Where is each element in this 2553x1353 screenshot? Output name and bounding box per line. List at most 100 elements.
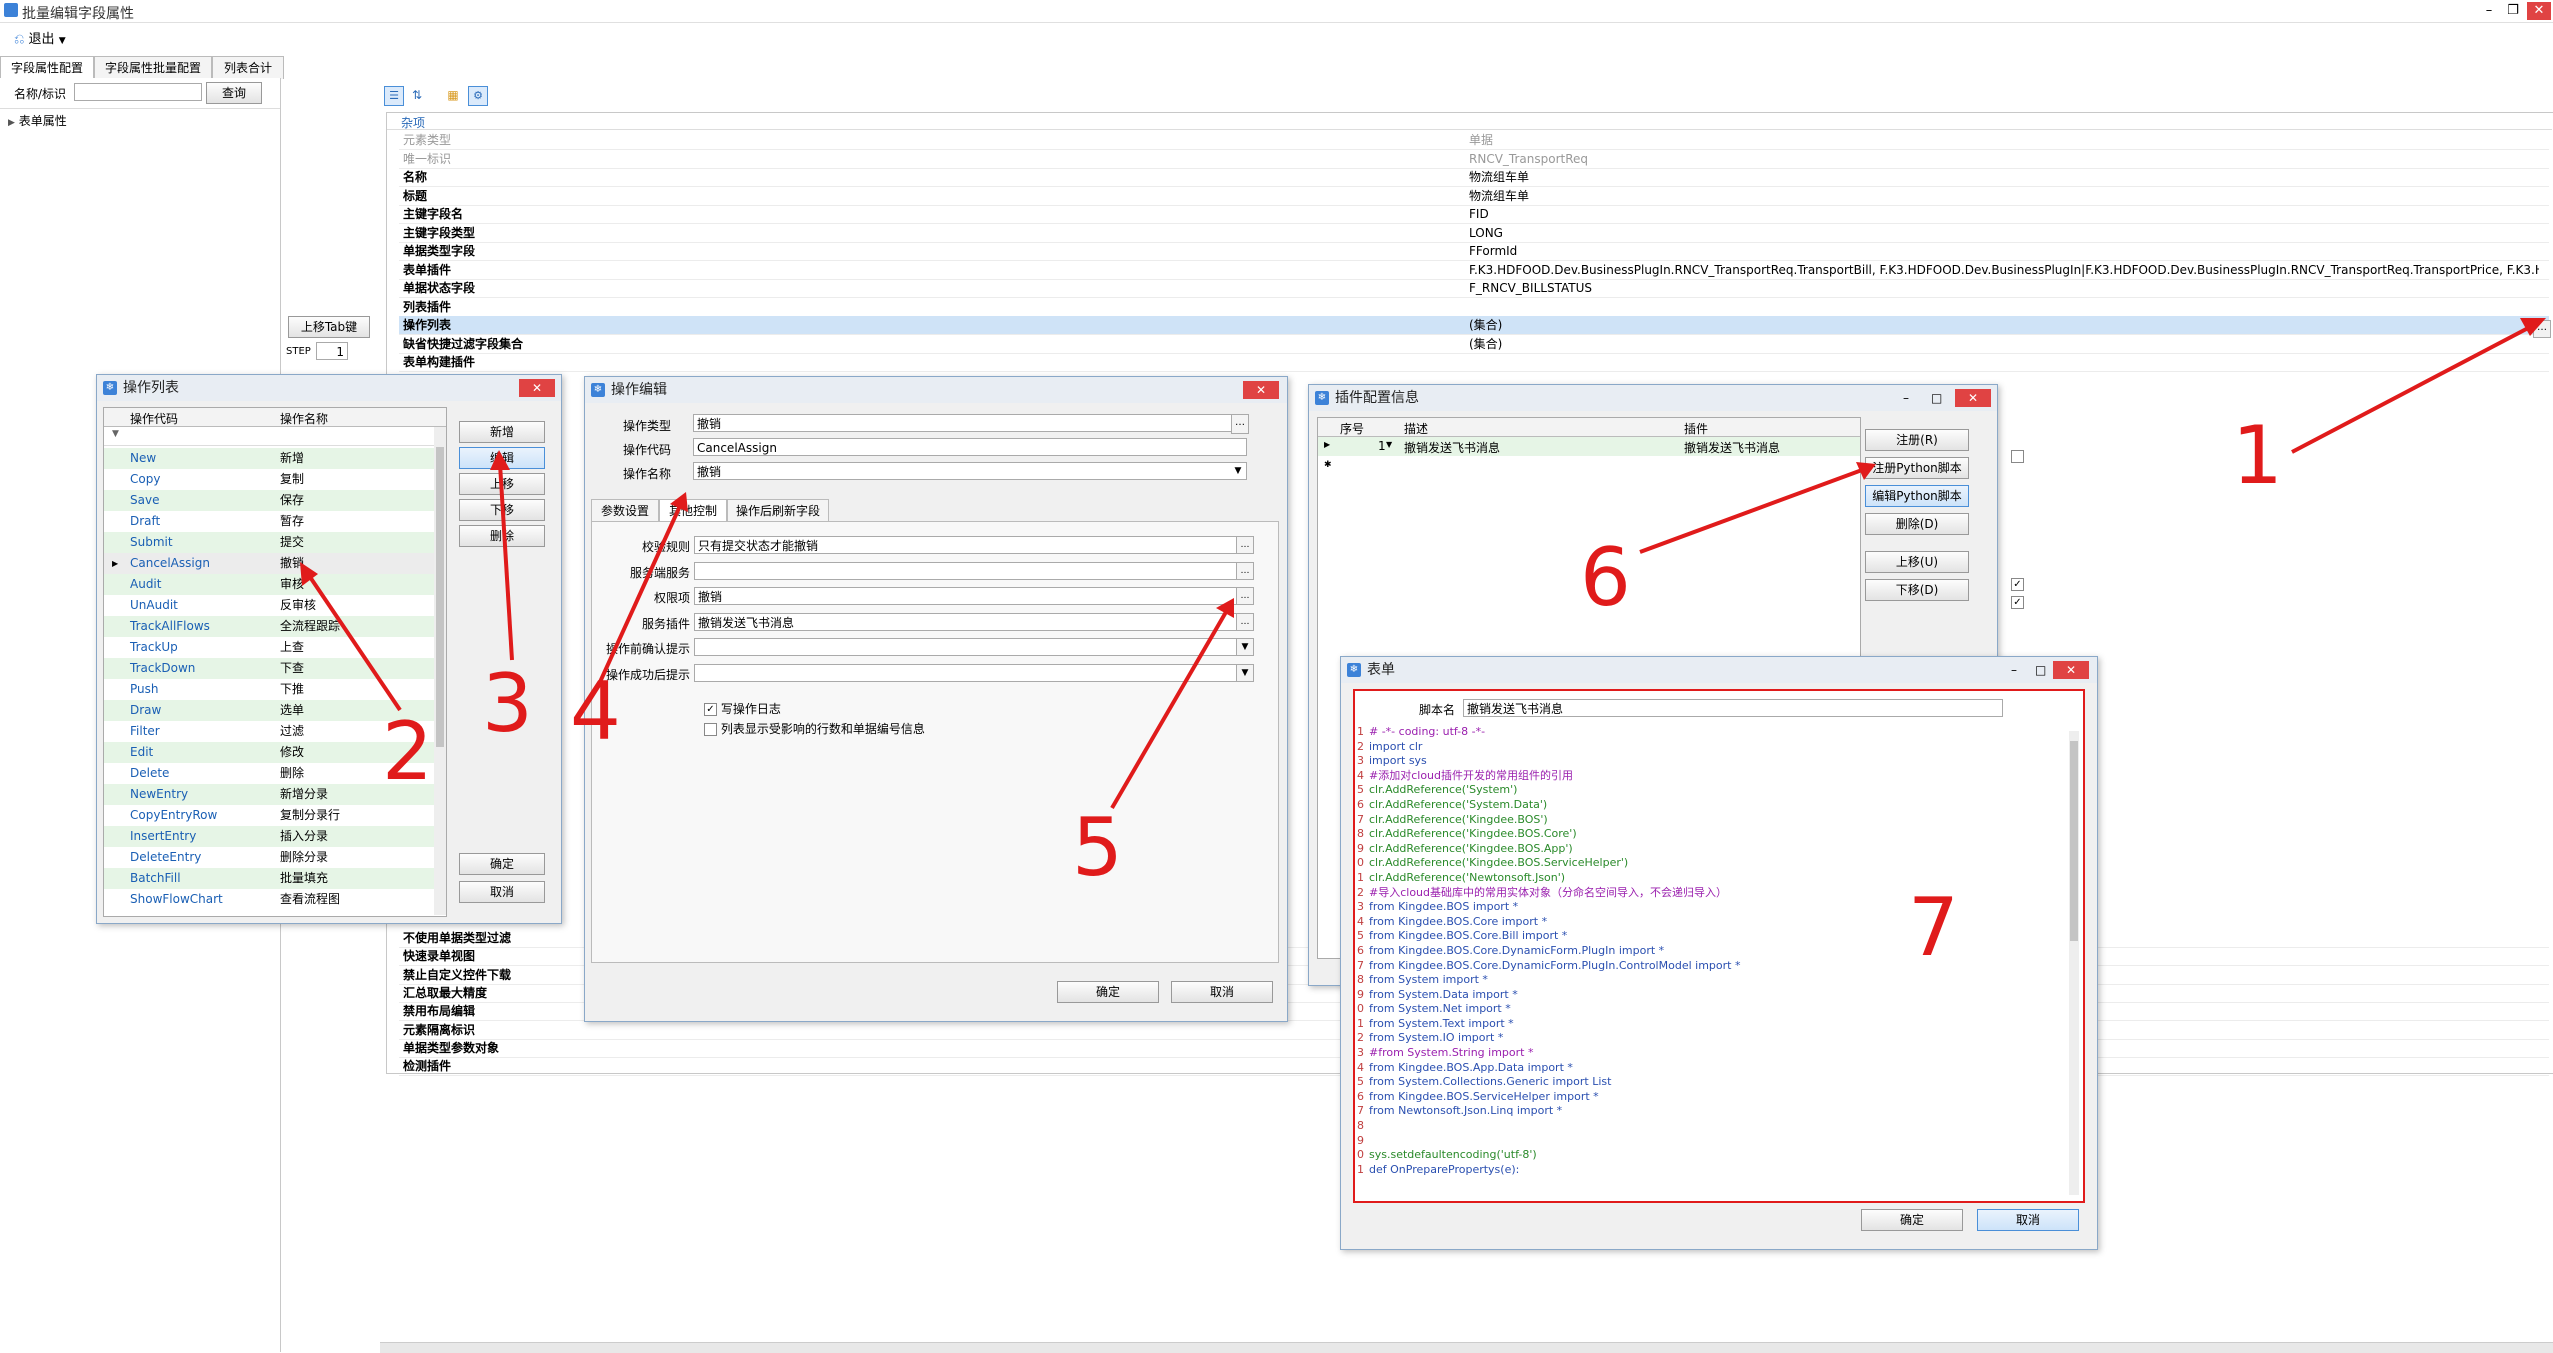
tab-refresh-fields[interactable]: 操作后刷新字段 — [727, 499, 829, 522]
tree-item-form-attr[interactable]: ▶ 表单属性 — [8, 112, 67, 129]
table-row[interactable]: InsertEntry 插入分录 — [104, 826, 434, 847]
col-header-desc[interactable]: 描述 — [1404, 420, 1428, 437]
close-button[interactable]: ✕ — [1243, 381, 1279, 399]
alphabetical-icon[interactable]: ⇅ — [408, 86, 426, 104]
scroll-thumb[interactable] — [2070, 741, 2078, 941]
move-up-button[interactable]: 上移 — [459, 473, 545, 495]
close-button[interactable]: ✕ — [1955, 389, 1991, 407]
close-button[interactable]: ✕ — [2527, 2, 2551, 20]
checkbox[interactable] — [704, 723, 717, 736]
ok-button[interactable]: 确定 — [1861, 1209, 1963, 1231]
table-row[interactable]: TrackDown 下查 — [104, 658, 434, 679]
search-button[interactable]: 查询 — [206, 82, 262, 104]
ellipsis-button[interactable]: … — [1236, 536, 1254, 554]
ok-button[interactable]: 确定 — [1057, 981, 1159, 1003]
checkbox[interactable]: ✓ — [2011, 596, 2024, 609]
move-down-button[interactable]: 下移(D) — [1865, 579, 1969, 601]
field-value[interactable]: 撤销 — [694, 587, 1238, 605]
property-row[interactable]: 主键字段名 FID — [399, 205, 2549, 224]
register-button[interactable]: 注册(R) — [1865, 429, 1969, 451]
property-value[interactable]: F.K3.HDFOOD.Dev.BusinessPlugIn.RNCV_Tran… — [1469, 261, 2539, 279]
ellipsis-button[interactable]: … — [1236, 612, 1254, 631]
properties-icon[interactable]: ▦ — [444, 86, 462, 104]
delete-button[interactable]: 删除(D) — [1865, 513, 1969, 535]
col-header-code[interactable]: 操作代码 — [130, 410, 178, 427]
minimize-button[interactable]: – — [1903, 391, 1909, 405]
property-row[interactable]: 单据状态字段 F_RNCV_BILLSTATUS — [399, 279, 2549, 298]
minimize-button[interactable]: – — [2477, 2, 2501, 20]
op-code-field[interactable]: CancelAssign — [693, 438, 1247, 456]
vertical-scrollbar[interactable] — [2069, 731, 2079, 1195]
table-row[interactable]: ▶ CancelAssign 撤销 — [104, 553, 434, 574]
property-value[interactable]: FFormId — [1469, 242, 2539, 260]
maximize-button[interactable]: □ — [2035, 663, 2046, 677]
table-row[interactable]: TrackUp 上查 — [104, 637, 434, 658]
field-value[interactable]: 撤销发送飞书消息 — [694, 612, 1238, 631]
tab-other-control[interactable]: 其他控制 — [659, 499, 727, 522]
delete-button[interactable]: 删除 — [459, 525, 545, 547]
vertical-scrollbar[interactable] — [434, 427, 446, 915]
table-row[interactable]: DeleteEntry 删除分录 — [104, 847, 434, 868]
tab-field-attr-config[interactable]: 字段属性配置 — [0, 56, 94, 79]
table-row[interactable]: Copy 复制 — [104, 469, 434, 490]
code-editor[interactable]: 1 # -*- coding: utf-8 -*- 2 import clr 3 impo… — [1357, 725, 2069, 1197]
chevron-down-icon[interactable]: ▼ — [1236, 663, 1254, 682]
edit-python-button[interactable]: 编辑Python脚本 — [1865, 485, 1969, 507]
write-log-checkbox[interactable]: ✓ 写操作日志 — [704, 700, 781, 717]
table-row[interactable]: UnAudit 反审核 — [104, 595, 434, 616]
new-row-indicator[interactable]: ✱ — [1324, 460, 1332, 470]
property-value[interactable]: LONG — [1469, 224, 2539, 242]
checkbox[interactable] — [2011, 450, 2024, 463]
property-row[interactable]: 主键字段类型 LONG — [399, 224, 2549, 243]
move-up-button[interactable]: 上移(U) — [1865, 551, 1969, 573]
op-name-field[interactable]: 撤销 — [693, 462, 1247, 480]
horizontal-scrollbar[interactable] — [380, 1342, 2553, 1353]
close-button[interactable]: ✕ — [519, 379, 555, 397]
close-button[interactable]: ✕ — [2053, 661, 2089, 679]
move-down-button[interactable]: 下移 — [459, 499, 545, 521]
events-icon[interactable]: ⚙ — [468, 86, 488, 106]
property-row[interactable]: 操作列表 (集合) — [399, 316, 2549, 335]
list-display-checkbox[interactable]: 列表显示受影响的行数和单据编号信息 — [704, 720, 925, 737]
tab-list-total[interactable]: 列表合计 — [212, 56, 284, 79]
property-row[interactable]: 表单插件 F.K3.HDFOOD.Dev.BusinessPlugIn.RNCV_… — [399, 261, 2549, 280]
cancel-button[interactable]: 取消 — [1171, 981, 1273, 1003]
ok-button[interactable]: 确定 — [459, 853, 545, 875]
field-value[interactable] — [694, 561, 1238, 580]
table-row[interactable]: Draft 暂存 — [104, 511, 434, 532]
cancel-button[interactable]: 取消 — [1977, 1209, 2079, 1231]
cancel-button[interactable]: 取消 — [459, 881, 545, 903]
filter-row[interactable]: ▼ — [104, 427, 446, 446]
table-row[interactable]: Audit 审核 — [104, 574, 434, 595]
categorized-icon[interactable]: ☰ — [384, 86, 404, 106]
property-value[interactable]: (集合) — [1469, 335, 2539, 353]
maximize-button[interactable]: □ — [1931, 391, 1942, 405]
property-value[interactable]: RNCV_TransportReq — [1469, 150, 2539, 168]
property-value[interactable]: F_RNCV_BILLSTATUS — [1469, 279, 2539, 297]
table-row[interactable]: TrackAllFlows 全流程跟踪 — [104, 616, 434, 637]
step-input[interactable]: 1 — [316, 342, 348, 360]
ellipsis-button[interactable]: … — [1236, 587, 1254, 605]
op-type-field[interactable]: 撤销 — [693, 414, 1235, 432]
table-row[interactable]: BatchFill 批量填充 — [104, 868, 434, 889]
property-row[interactable]: 单据类型字段 FFormId — [399, 242, 2549, 261]
checkbox[interactable]: ✓ — [2011, 578, 2024, 591]
table-row[interactable]: ▶ 1 ▼ 撤销发送飞书消息 撤销发送飞书消息 — [1318, 437, 1860, 456]
property-value[interactable]: 单据 — [1469, 131, 2539, 149]
property-row[interactable]: 元素类型 单据 — [399, 131, 2549, 150]
field-value[interactable]: 只有提交状态才能撤销 — [694, 536, 1238, 554]
property-row[interactable]: 列表插件 — [399, 298, 2549, 317]
field-value[interactable] — [694, 638, 1238, 656]
ellipsis-button[interactable]: … — [1236, 561, 1254, 580]
chevron-down-icon[interactable]: ▼ — [1386, 440, 1392, 449]
property-value[interactable]: (集合) — [1469, 316, 2539, 334]
restore-button[interactable]: ❐ — [2501, 2, 2525, 20]
property-value[interactable]: FID — [1469, 205, 2539, 223]
property-row[interactable]: 缺省快捷过滤字段集合 (集合) — [399, 335, 2549, 354]
scroll-thumb[interactable] — [436, 447, 444, 747]
field-value[interactable] — [694, 663, 1238, 682]
property-value[interactable]: 物流组车单 — [1469, 187, 2539, 205]
ellipsis-button[interactable]: … — [2533, 320, 2551, 338]
register-python-button[interactable]: 注册Python脚本 — [1865, 457, 1969, 479]
table-row[interactable]: New 新增 — [104, 448, 434, 469]
